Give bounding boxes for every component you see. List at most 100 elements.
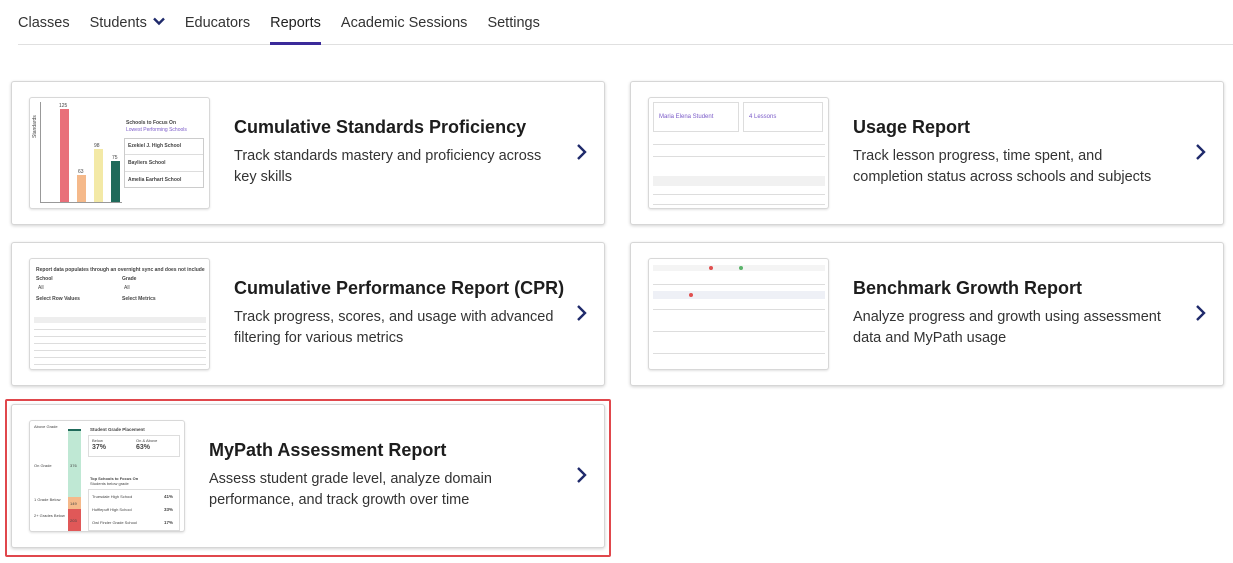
- divider: [34, 364, 206, 365]
- nav-classes[interactable]: Classes: [18, 0, 70, 45]
- filter-row: [653, 277, 825, 285]
- thumb-text: Grade: [122, 276, 137, 282]
- divider: [653, 353, 825, 354]
- legend-dot: [709, 266, 713, 270]
- card-title: Cumulative Performance Report (CPR): [234, 278, 565, 298]
- thumb-text: Amelia Earhart School: [128, 177, 182, 183]
- nav-label: Students: [89, 15, 147, 31]
- divider: [653, 331, 825, 332]
- thumb-text: 149: [70, 501, 77, 506]
- thumb-text: 376: [70, 463, 77, 468]
- divider: [34, 343, 206, 344]
- thumb-text: Report data populates through an overnig…: [36, 267, 205, 273]
- thumb-text: 203: [70, 518, 77, 523]
- table-header: [34, 317, 206, 323]
- thumb-text: 4 Lessons: [749, 114, 777, 120]
- thumb-text: Student Grade Placement: [90, 427, 145, 432]
- card-title: Cumulative Standards Proficiency: [234, 117, 527, 137]
- divider: [34, 336, 206, 337]
- thumb-text: Students below grade: [90, 481, 129, 486]
- card-description: Analyze progress and growth using assess…: [853, 309, 1161, 346]
- nav-academic-sessions[interactable]: Academic Sessions: [341, 0, 468, 45]
- chevron-right-icon[interactable]: [575, 303, 589, 323]
- divider: [653, 194, 825, 195]
- report-card-cpr[interactable]: Report data populates through an overnig…: [11, 242, 605, 386]
- thumb-text: 17%: [164, 520, 174, 525]
- divider: [34, 357, 206, 358]
- divider: [125, 154, 203, 155]
- thumb-text: Schools to Focus On: [126, 120, 177, 126]
- thumb-text: Owl Finder Grade School: [92, 520, 137, 525]
- legend-dot: [689, 293, 693, 297]
- report-thumbnail: Report data populates through an overnig…: [29, 258, 210, 370]
- divider: [34, 350, 206, 351]
- report-card-cumulative-standards[interactable]: Standards 125 63 98 75 Schools to Focus …: [11, 81, 605, 225]
- chevron-right-icon[interactable]: [575, 142, 589, 162]
- thumb-text: Select Metrics: [122, 296, 156, 302]
- thumb-text: Hufflepuff High School: [92, 507, 132, 512]
- nav-label: Academic Sessions: [340, 15, 468, 31]
- legend-dot: [739, 266, 743, 270]
- thumb-text: 41%: [164, 494, 174, 499]
- thumb-text: School: [36, 276, 53, 282]
- report-thumbnail: Maria Elena Student 4 Lessons: [648, 97, 829, 209]
- bar: [111, 161, 120, 202]
- thumb-text: 1 Grade Below: [34, 497, 61, 502]
- nav-label: Educators: [184, 15, 251, 31]
- thumb-text: All: [38, 285, 44, 291]
- bar: [60, 109, 69, 202]
- divider: [34, 329, 206, 330]
- card-description: Track lesson progress, time spent, and c…: [853, 148, 1152, 185]
- thumb-text: 37%: [92, 444, 107, 451]
- nav-students[interactable]: Students: [90, 0, 165, 45]
- card-description: Track progress, scores, and usage with a…: [234, 309, 554, 346]
- report-card-usage[interactable]: Maria Elena Student 4 Lessons Usage Repo…: [630, 81, 1224, 225]
- table-header: [653, 176, 825, 186]
- divider: [653, 309, 825, 310]
- report-card-mypath-assessment[interactable]: Above Grade On Grade 1 Grade Below 2+ Gr…: [11, 404, 605, 548]
- thumb-text: Below: [92, 438, 103, 443]
- thumb-text: On & Above: [136, 438, 158, 443]
- table-header: [653, 291, 825, 299]
- divider: [653, 156, 825, 157]
- thumb-text: 63%: [136, 444, 151, 451]
- thumb-text: Truesdale High School: [92, 494, 133, 499]
- axis-line: [40, 102, 41, 202]
- thumb-text: Bayliers School: [128, 160, 166, 166]
- report-thumbnail: [648, 258, 829, 370]
- divider: [653, 204, 825, 205]
- nav-label: Settings: [487, 15, 540, 31]
- thumb-text: Standards: [32, 115, 38, 138]
- chevron-right-icon[interactable]: [1194, 142, 1208, 162]
- thumb-text: All: [124, 285, 130, 291]
- thumb-text: Maria Elena Student: [659, 114, 714, 120]
- card-description: Track standards mastery and proficiency …: [234, 148, 542, 185]
- report-thumbnail: Standards 125 63 98 75 Schools to Focus …: [29, 97, 210, 209]
- thumb-text: 33%: [164, 507, 174, 512]
- card-title: MyPath Assessment Report: [209, 440, 447, 460]
- nav-settings[interactable]: Settings: [487, 0, 539, 45]
- card-title: Usage Report: [853, 117, 971, 137]
- card-title: Benchmark Growth Report: [853, 278, 1083, 298]
- card-description: Assess student grade level, analyze doma…: [209, 471, 492, 508]
- nav-reports[interactable]: Reports: [270, 0, 321, 45]
- chevron-down-icon: [152, 17, 165, 26]
- divider: [653, 144, 825, 145]
- thumb-text: Select Row Values: [36, 296, 80, 302]
- chevron-right-icon[interactable]: [1194, 303, 1208, 323]
- thumb-text: Above Grade: [34, 424, 58, 429]
- thumb-text: 2+ Grades Below: [34, 513, 65, 518]
- report-thumbnail: Above Grade On Grade 1 Grade Below 2+ Gr…: [29, 420, 185, 532]
- axis-line: [40, 202, 122, 203]
- nav-educators[interactable]: Educators: [185, 0, 250, 45]
- bar: [77, 175, 86, 202]
- top-nav: Classes Students Educators Reports Acade…: [18, 0, 1233, 45]
- thumb-text: Ezekiel J. High School: [128, 143, 182, 149]
- nav-label: Reports: [270, 15, 321, 31]
- report-card-benchmark-growth[interactable]: Benchmark Growth Report Analyze progress…: [630, 242, 1224, 386]
- chevron-right-icon[interactable]: [575, 465, 589, 485]
- thumb-text: On Grade: [34, 463, 52, 468]
- thumb-text: Lowest Performing Schools: [126, 127, 187, 133]
- bar: [94, 149, 103, 202]
- divider: [125, 171, 203, 172]
